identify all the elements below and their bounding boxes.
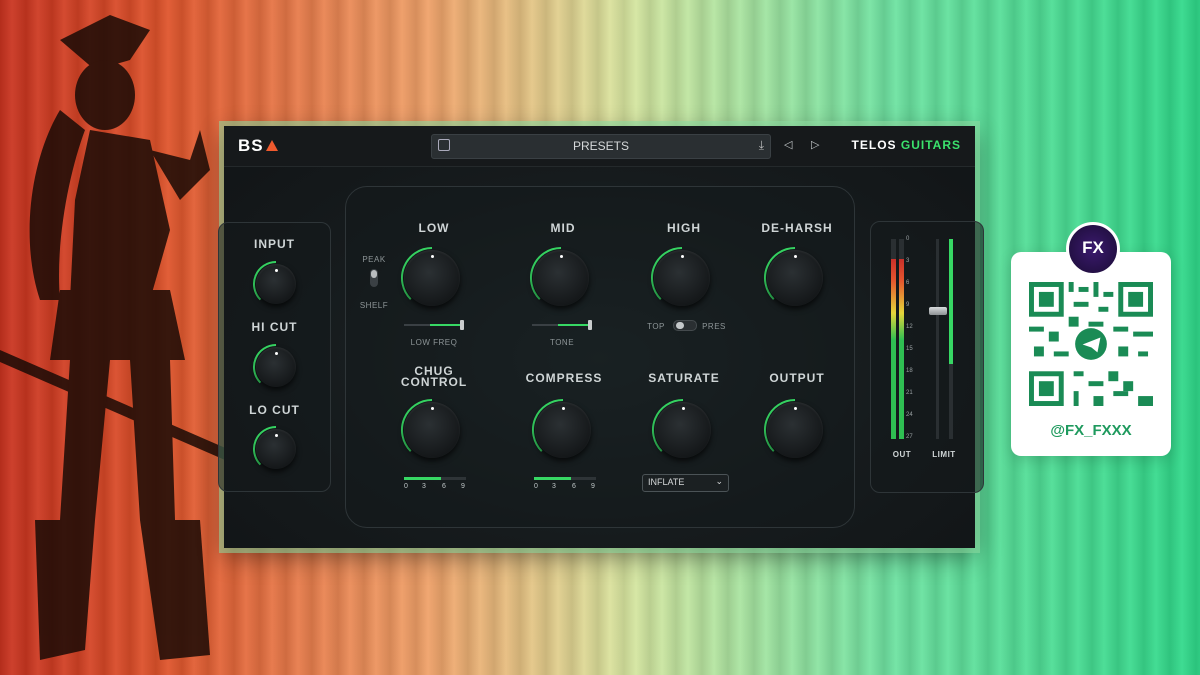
knob-indicator (430, 407, 434, 410)
mid-label: MID (550, 221, 576, 235)
peak-shelf-toggle[interactable] (370, 269, 378, 287)
output-label: OUTPUT (769, 371, 825, 385)
meter-scale-tick: 24 (906, 412, 913, 418)
compress-amount-bar[interactable] (534, 477, 596, 480)
illustration-figure (0, 15, 230, 660)
tick-6: 6 (572, 483, 576, 490)
high-knob[interactable] (654, 250, 710, 306)
chug-control-knob[interactable] (404, 402, 460, 458)
qr-handle: @FX_FXXX (1050, 422, 1132, 439)
pres-label: PRES (702, 322, 726, 331)
meter-scale-tick: 27 (906, 434, 913, 440)
avatar-text: FX (1082, 238, 1104, 257)
knob-indicator (680, 255, 684, 258)
low-knob[interactable] (404, 250, 460, 306)
logo-triangle-icon (265, 140, 278, 151)
limit-fader-thumb[interactable] (929, 307, 947, 315)
hi-cut-knob[interactable] (256, 347, 296, 387)
high-label: HIGH (667, 221, 701, 235)
knob-indicator (559, 255, 563, 258)
low-label: LOW (418, 221, 450, 235)
knob-indicator (561, 407, 565, 410)
out-meter-right (899, 239, 904, 439)
compress-label: COMPRESS (525, 371, 603, 385)
lo-cut-knob[interactable] (256, 429, 296, 469)
top-label: TOP (647, 322, 665, 331)
meter-scale-tick: 21 (906, 390, 913, 396)
meter-scale-tick: 9 (906, 302, 910, 308)
input-knob[interactable] (256, 264, 296, 304)
limit-label: LIMIT (932, 450, 956, 459)
shelf-label: SHELF (359, 301, 389, 310)
logo-text: BS (238, 136, 264, 155)
saturate-mode-dropdown[interactable]: INFLATE ⌄ (642, 474, 729, 492)
tick-3: 3 (552, 483, 556, 490)
limit-meter (949, 239, 953, 439)
meter-scale-tick: 6 (906, 280, 910, 286)
tick-9: 9 (591, 483, 595, 490)
knob-indicator (274, 434, 278, 437)
brand-right-text: GUITARS (900, 138, 961, 152)
saturate-mode-value: INFLATE (648, 477, 685, 487)
meter-scale-tick: 15 (906, 346, 913, 352)
download-icon[interactable]: ⤓ (759, 138, 764, 153)
chug-ticks: 0 3 6 9 (404, 483, 466, 493)
tick-0: 0 (534, 483, 538, 490)
top-bar: BS PRESETS ⤓ ◁ ▷ TELOS GUITARS (224, 126, 975, 167)
brand-logo: TELOS GUITARS (852, 138, 961, 152)
meter-scale-tick: 3 (906, 258, 910, 264)
compress-knob[interactable] (535, 402, 591, 458)
meter-scale-tick: 0 (906, 236, 910, 242)
bsa-logo: BS (238, 136, 278, 156)
lo-cut-label: LO CUT (249, 403, 300, 417)
peak-label: PEAK (362, 255, 386, 264)
fx-avatar: FX (1066, 222, 1120, 276)
tick-9: 9 (461, 483, 465, 490)
mid-knob[interactable] (533, 250, 589, 306)
tone-slider[interactable] (532, 320, 592, 330)
knob-indicator (681, 407, 685, 410)
tick-3: 3 (422, 483, 426, 490)
limit-track (936, 239, 939, 439)
chug-control-label: CHUG CONTROL (394, 365, 474, 389)
out-meter-left (891, 239, 896, 439)
tick-0: 0 (404, 483, 408, 490)
qr-code (1029, 282, 1153, 406)
presets-label[interactable]: PRESETS (432, 139, 770, 153)
output-knob[interactable] (767, 402, 823, 458)
brand-left-text: TELOS (851, 138, 897, 152)
meter-scale-tick: 12 (906, 324, 913, 330)
input-label: INPUT (254, 237, 295, 251)
de-harsh-label: DE-HARSH (761, 221, 833, 235)
next-preset-button[interactable]: ▷ (811, 138, 819, 151)
knob-indicator (274, 269, 278, 272)
meter-scale: 0 3 6 9 12 15 18 21 24 27 (906, 236, 916, 441)
out-label: OUT (892, 450, 912, 459)
saturate-knob[interactable] (655, 402, 711, 458)
meter-scale-tick: 18 (906, 368, 913, 374)
de-harsh-knob[interactable] (767, 250, 823, 306)
plugin-window: BS PRESETS ⤓ ◁ ▷ TELOS GUITARS INPUT HI … (218, 126, 984, 548)
saturate-label: SATURATE (648, 371, 720, 385)
chug-label-line2: CONTROL (400, 375, 468, 389)
compress-ticks: 0 3 6 9 (534, 483, 596, 493)
knob-indicator (430, 255, 434, 258)
top-pres-toggle[interactable] (673, 320, 697, 331)
presets-bar[interactable]: PRESETS ⤓ (431, 134, 771, 159)
hi-cut-label: HI CUT (251, 320, 298, 334)
low-freq-label: LOW FREQ (410, 338, 458, 347)
chug-amount-bar[interactable] (404, 477, 466, 480)
prev-preset-button[interactable]: ◁ (784, 138, 792, 151)
knob-indicator (793, 255, 797, 258)
knob-indicator (274, 352, 278, 355)
tick-6: 6 (442, 483, 446, 490)
knob-indicator (793, 407, 797, 410)
tone-label: TONE (549, 338, 575, 347)
chevron-down-icon: ⌄ (715, 476, 723, 486)
low-freq-slider[interactable] (404, 320, 464, 330)
